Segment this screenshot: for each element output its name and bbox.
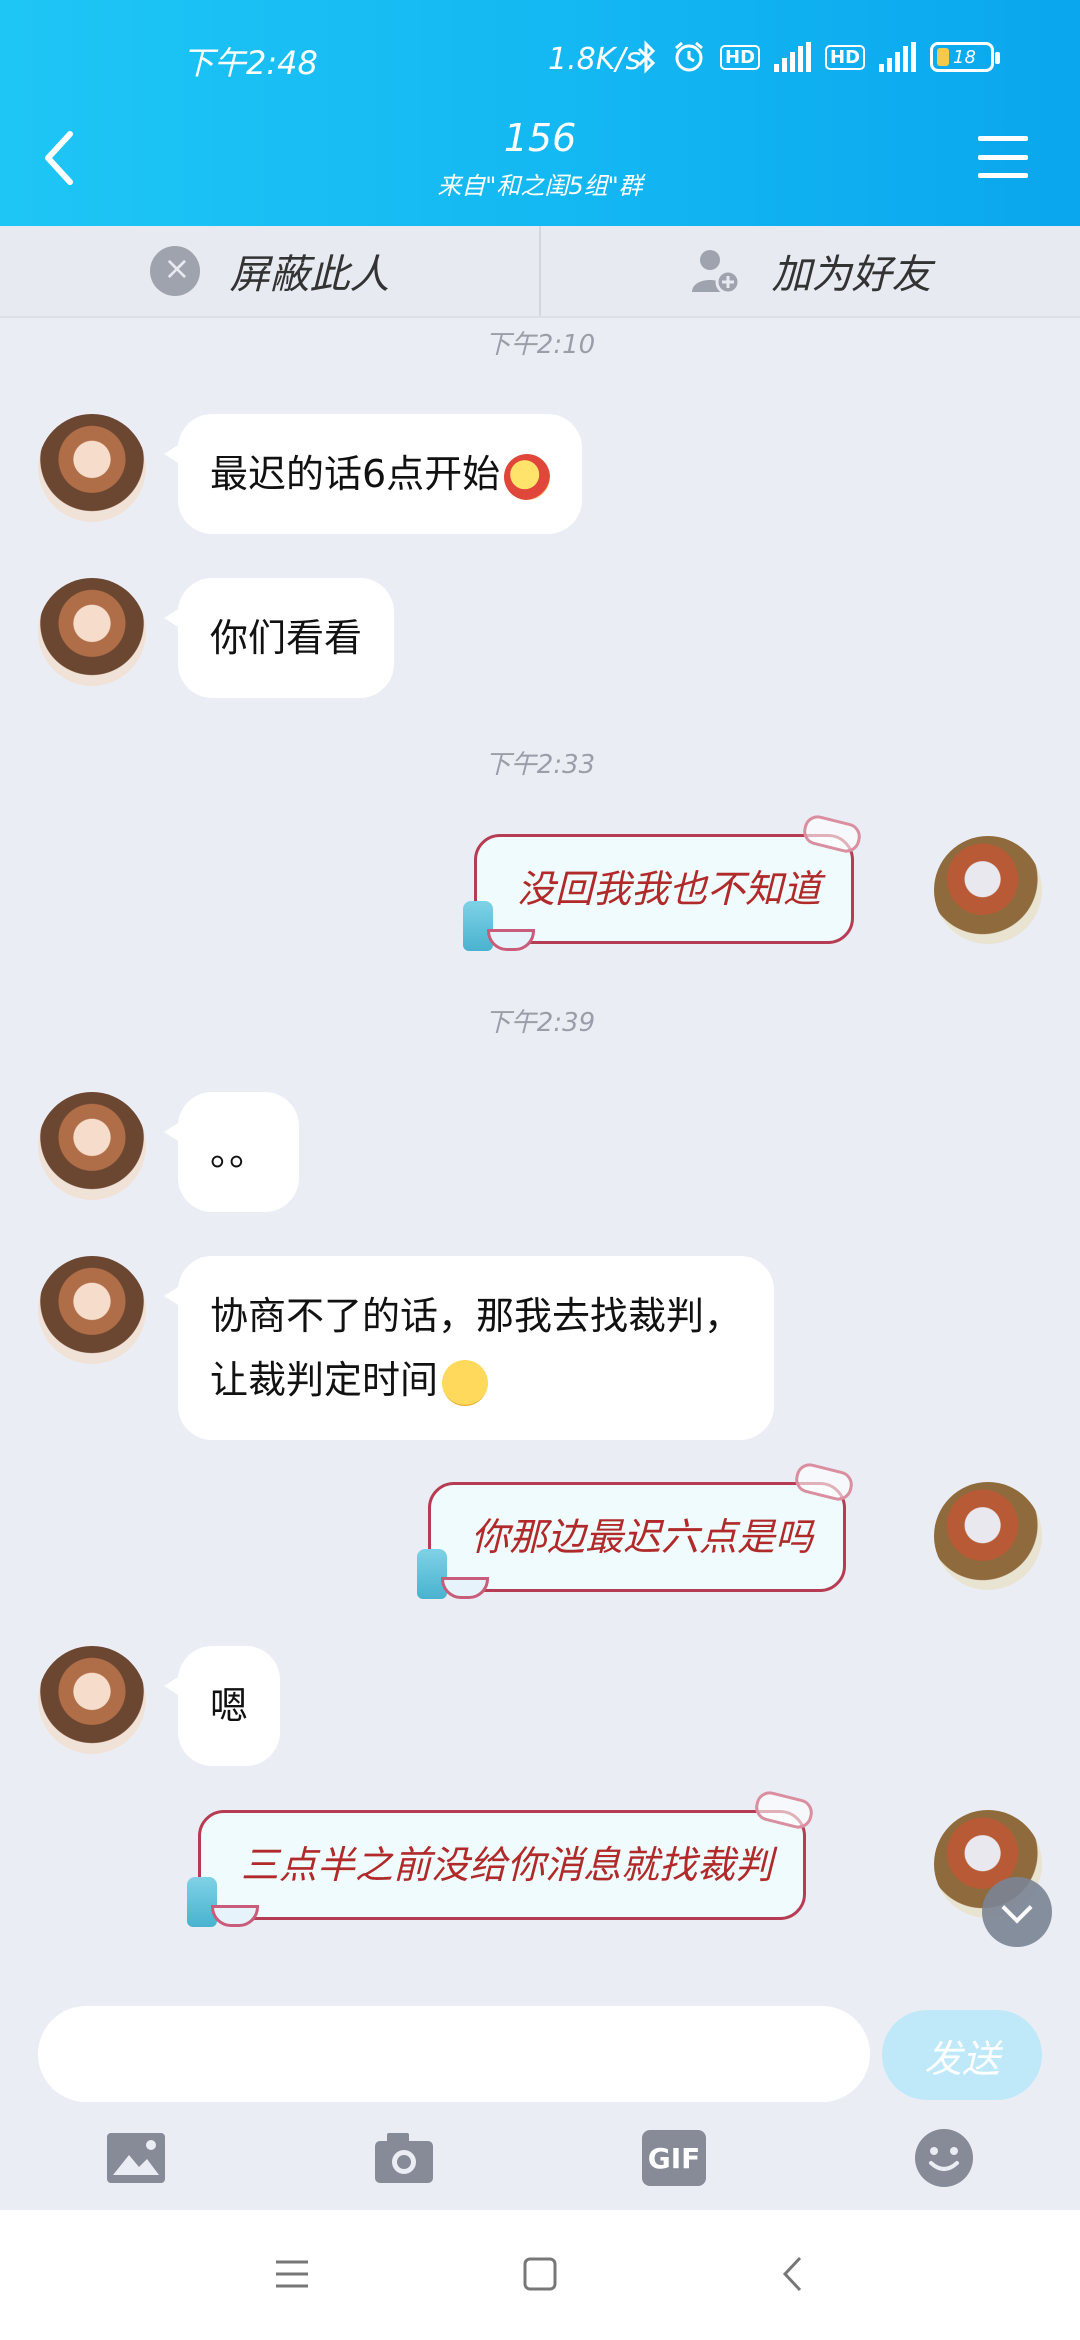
chat-title: 156 <box>503 116 577 160</box>
message-text: 最迟的话6点开始 <box>210 452 501 496</box>
message-text: 你那边最迟六点是吗 <box>471 1515 814 1559</box>
status-time: 下午2:48 <box>182 44 318 82</box>
scroll-to-bottom-button[interactable] <box>982 1877 1052 1947</box>
sender-avatar[interactable] <box>38 414 146 522</box>
message-timestamp: 下午2:10 <box>484 330 596 360</box>
add-friend-button[interactable]: 加为好友 <box>539 226 1080 316</box>
message-text: 你们看看 <box>210 616 363 660</box>
bluetooth-icon <box>637 40 656 74</box>
bottle-decoration-icon <box>463 901 493 951</box>
message-bubble-right[interactable]: 三点半之前没给你消息就找裁判 <box>187 1788 816 1927</box>
input-area: 发送 GIF <box>0 1980 1080 2210</box>
system-nav-bar <box>0 2210 1080 2340</box>
basin-decoration-icon <box>441 1577 489 1599</box>
alarm-icon <box>675 41 703 72</box>
chat-subtitle: 来自"和之闺5组"群 <box>437 172 643 200</box>
block-user-button[interactable]: 屏蔽此人 <box>0 226 539 316</box>
message-bubble-left[interactable]: 。。 <box>163 1092 300 1212</box>
battery-level: 18 <box>953 46 976 68</box>
glasses-decoration-icon <box>792 1460 856 1504</box>
message-bubble-left[interactable]: 嗯 <box>163 1646 281 1766</box>
menu-button[interactable] <box>978 136 1028 178</box>
basin-decoration-icon <box>211 1905 259 1927</box>
basin-decoration-icon <box>487 929 535 951</box>
square-icon <box>523 2257 557 2291</box>
message-text: 协商不了的话，那我去找裁判， <box>210 1294 743 1338</box>
message-timestamp: 下午2:39 <box>484 1008 596 1038</box>
menu-lines-icon <box>276 2260 308 2288</box>
stranger-action-bar: 屏蔽此人 加为好友 <box>0 226 1080 318</box>
gif-icon: GIF <box>647 2141 701 2175</box>
message-text: 嗯 <box>210 1684 249 1728</box>
status-icons: HD HD 18 <box>636 40 1001 74</box>
send-button[interactable]: 发送 <box>882 2010 1042 2100</box>
image-icon <box>107 2133 165 2183</box>
input-toolbar: GIF <box>0 2126 1080 2196</box>
message-timestamp: 下午2:33 <box>484 750 596 780</box>
message-text: 没回我我也不知道 <box>517 867 822 911</box>
signal-icon-2 <box>879 42 917 72</box>
home-button[interactable] <box>510 2244 570 2304</box>
system-back-button[interactable] <box>762 2244 822 2304</box>
block-label: 屏蔽此人 <box>229 252 390 298</box>
battery-icon: 18 <box>930 42 1001 72</box>
signal-icon-1 <box>774 42 812 72</box>
sender-avatar[interactable] <box>38 1256 146 1364</box>
message-text-line2: 让裁判定时间 <box>210 1358 439 1402</box>
sender-avatar[interactable] <box>38 1646 146 1754</box>
camera-button[interactable] <box>372 2126 436 2190</box>
bottle-decoration-icon <box>187 1877 217 1927</box>
camera-icon <box>375 2133 433 2183</box>
message-text: 三点半之前没给你消息就找裁判 <box>241 1843 774 1887</box>
emoji-icon <box>915 2129 973 2187</box>
status-bar: 下午2:48 1.8K/s HD HD 18 <box>0 34 1080 84</box>
face-emoji-icon <box>442 1359 489 1406</box>
glasses-decoration-icon <box>800 812 864 856</box>
emoji-button[interactable] <box>912 2126 976 2190</box>
chat-header: 下午2:48 1.8K/s HD HD 18 156 来自"和之闺5组"群 <box>0 0 1080 226</box>
message-text: 。。 <box>210 1130 268 1174</box>
block-icon <box>149 246 200 296</box>
my-avatar[interactable] <box>934 836 1042 944</box>
recent-apps-button[interactable] <box>262 2244 322 2304</box>
add-friend-icon <box>691 250 740 295</box>
message-bubble-right[interactable]: 你那边最迟六点是吗 <box>417 1460 856 1599</box>
fish-emoji-icon <box>504 453 551 500</box>
sender-avatar[interactable] <box>38 1092 146 1200</box>
menu-icon <box>978 136 1028 141</box>
message-bubble-right[interactable]: 没回我我也不知道 <box>463 812 864 951</box>
sender-avatar[interactable] <box>38 578 146 686</box>
glasses-decoration-icon <box>752 1788 816 1832</box>
add-friend-label: 加为好友 <box>771 252 932 298</box>
chat-title-block: 156 来自"和之闺5组"群 <box>0 116 1080 201</box>
my-avatar[interactable] <box>934 1482 1042 1590</box>
message-bubble-left[interactable]: 你们看看 <box>163 578 395 698</box>
message-bubble-left[interactable]: 协商不了的话，那我去找裁判， 让裁判定时间 <box>163 1256 775 1440</box>
bottle-decoration-icon <box>417 1549 447 1599</box>
hd-icon: HD <box>720 44 761 70</box>
message-bubble-left[interactable]: 最迟的话6点开始 <box>163 414 583 534</box>
back-chevron-icon <box>782 2256 802 2292</box>
image-button[interactable] <box>104 2126 168 2190</box>
hd-icon-2: HD <box>825 44 866 70</box>
message-input[interactable] <box>38 2006 870 2102</box>
gif-button[interactable]: GIF <box>642 2130 706 2186</box>
network-speed: 1.8K/s <box>548 42 642 77</box>
